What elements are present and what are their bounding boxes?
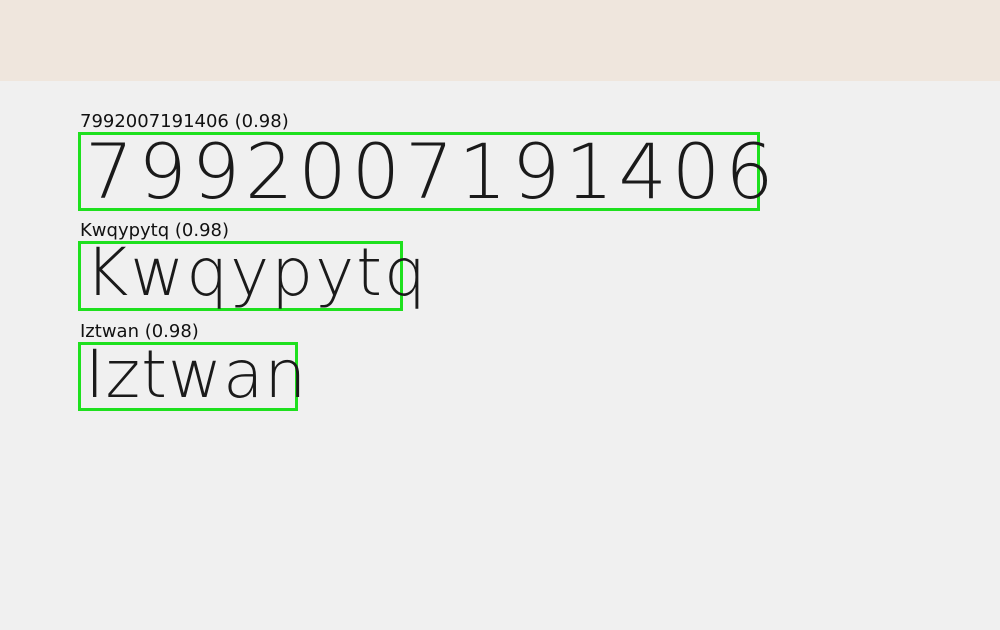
- header-band: [0, 0, 1000, 81]
- detected-text: 7992007191406: [85, 127, 779, 216]
- detection-box: 7992007191406: [78, 127, 774, 216]
- detected-text: Kwqypytq: [85, 234, 428, 311]
- detection-box: Kwqypytq: [78, 234, 426, 311]
- detection-box: Iztwan: [78, 336, 306, 413]
- detected-text: Iztwan: [85, 336, 308, 413]
